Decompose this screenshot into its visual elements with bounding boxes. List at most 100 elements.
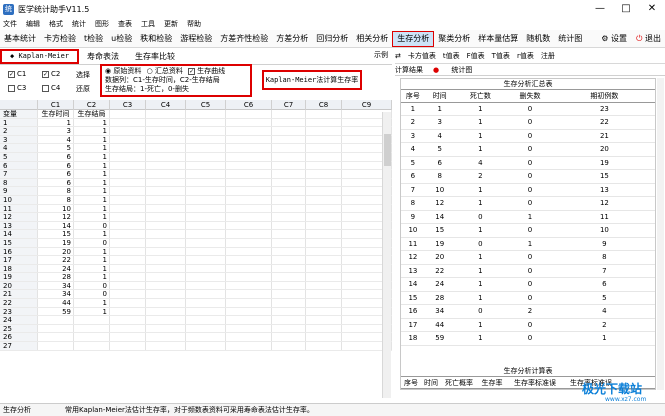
row-header[interactable]: 19 [0,273,38,281]
sheet-cell[interactable] [272,256,306,264]
sheet-cell[interactable]: 20 [38,247,74,256]
sheet-cell[interactable] [186,221,226,230]
sheet-cell[interactable]: 1 [74,307,110,316]
sheet-cell[interactable] [186,170,226,178]
sheet-cell[interactable] [146,299,186,307]
sheet-cell[interactable] [110,324,146,333]
sheet-cell[interactable] [186,273,226,281]
sheet-cell[interactable] [226,187,272,195]
sheet-cell[interactable] [186,316,226,324]
sheet-cell[interactable] [186,299,226,307]
sheet-cell[interactable]: 1 [74,299,110,307]
sheet-cell[interactable] [110,204,146,213]
data-sheet[interactable]: C1 C2 C3 C4 C5 C6 C7 C8 C9 变量 生存时间 生存结局 1 1 1 2 3 1 3 4 1 4 5… [0,100,392,400]
sheet-cell[interactable] [110,213,146,221]
sheet-cell[interactable] [272,281,306,290]
tab-results[interactable]: 计算结果 [395,65,423,75]
sheet-cell[interactable] [272,118,306,127]
minimize-icon[interactable]: — [587,0,613,18]
sheet-cell[interactable] [146,307,186,316]
sheet-cell[interactable] [272,178,306,187]
column-header[interactable]: C9 [342,100,392,110]
sheet-cell[interactable] [272,152,306,161]
sheet-cell[interactable]: 1 [74,127,110,135]
sheet-cell[interactable]: 24 [38,264,74,273]
sheet-cell[interactable] [306,290,342,299]
sheet-cell[interactable] [146,316,186,324]
sheet-cell[interactable] [226,264,272,273]
column-header[interactable]: C1 [38,100,74,110]
sheet-cell[interactable] [306,299,342,307]
row-header[interactable]: 6 [0,161,38,170]
row-header[interactable]: 11 [0,204,38,213]
sheet-cell[interactable] [306,135,342,144]
module-tab[interactable]: 聚类分析 [434,31,474,47]
sheet-cell[interactable] [306,342,342,350]
sheet-cell[interactable] [110,238,146,247]
sheet-cell[interactable]: 1 [74,213,110,221]
toolbar-item[interactable]: T值表 [492,51,510,61]
sheet-cell[interactable] [146,247,186,256]
row-header[interactable]: 15 [0,238,38,247]
sheet-cell[interactable] [110,307,146,316]
sheet-cell[interactable] [38,316,74,324]
sheet-cell[interactable]: 1 [74,144,110,152]
radio-summary[interactable]: ○ 汇总资料 [147,67,183,75]
sheet-cell[interactable] [272,342,306,350]
sheet-cell[interactable] [306,195,342,204]
row-header[interactable]: 26 [0,333,38,342]
sheet-cell[interactable]: 14 [38,221,74,230]
sheet-cell[interactable]: 1 [74,135,110,144]
sheet-cell[interactable] [146,342,186,350]
sheet-cell[interactable] [74,324,110,333]
toolbar-item[interactable]: F值表 [467,51,485,61]
sheet-cell[interactable] [306,144,342,152]
module-tab[interactable]: 方差齐性检验 [216,31,272,47]
column-header[interactable]: C4 [146,100,186,110]
sheet-cell[interactable] [38,333,74,342]
sheet-cell[interactable] [272,247,306,256]
sheet-cell[interactable] [306,333,342,342]
sheet-cell[interactable]: 6 [38,161,74,170]
sheet-cell[interactable]: 15 [38,230,74,238]
sheet-cell[interactable] [272,195,306,204]
sheet-cell[interactable] [110,299,146,307]
column-header[interactable]: C7 [272,100,306,110]
sheet-cell[interactable]: 0 [74,221,110,230]
row-header[interactable]: 5 [0,152,38,161]
module-tab[interactable]: 随机数 [522,31,554,47]
sheet-cell[interactable] [272,221,306,230]
scroll-thumb[interactable] [384,134,391,166]
module-tab[interactable]: 相关分析 [352,31,392,47]
sheet-cell[interactable] [306,178,342,187]
column-header[interactable]: C5 [186,100,226,110]
sheet-cell[interactable] [186,333,226,342]
swap-icon[interactable]: ⇄ [395,52,401,60]
check-c4[interactable]: C4 [42,84,60,92]
sheet-cell[interactable] [186,195,226,204]
sheet-cell[interactable] [146,324,186,333]
check-curve[interactable]: ✓ 生存曲线 [188,67,225,75]
sheet-cell[interactable] [110,273,146,281]
sheet-cell[interactable] [226,195,272,204]
sheet-cell[interactable]: 1 [74,273,110,281]
sheet-cell[interactable] [146,273,186,281]
sheet-cell[interactable] [306,324,342,333]
toolbar-item[interactable]: 注册 [541,51,555,61]
row-header[interactable]: 8 [0,178,38,187]
sheet-cell[interactable] [110,187,146,195]
toolbar-item[interactable]: 卡方值表 [408,51,436,61]
sheet-cell[interactable] [226,118,272,127]
sheet-cell[interactable] [272,187,306,195]
row-header[interactable]: 4 [0,144,38,152]
sheet-cell[interactable] [226,178,272,187]
column-header[interactable]: C2 [74,100,110,110]
sheet-cell[interactable]: 6 [38,170,74,178]
sheet-cell[interactable] [226,230,272,238]
sheet-cell[interactable] [306,264,342,273]
menu-item[interactable]: 编辑 [26,19,40,29]
sheet-cell[interactable] [272,290,306,299]
row-header[interactable]: 17 [0,256,38,264]
row-header[interactable]: 1 [0,118,38,127]
exit-button[interactable]: ⏻ 退出 [636,30,661,48]
